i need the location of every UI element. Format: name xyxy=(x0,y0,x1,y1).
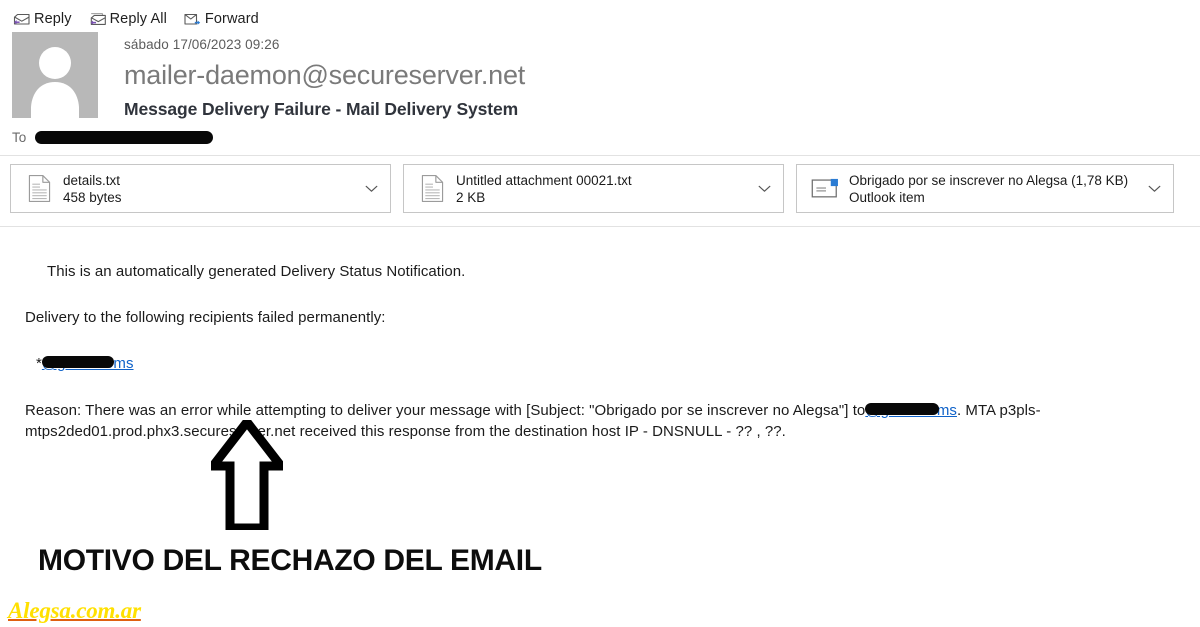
message-subject: Message Delivery Failure - Mail Delivery… xyxy=(124,99,519,119)
attachment-size: Outlook item xyxy=(849,189,925,205)
to-label: To xyxy=(12,130,27,145)
text-file-icon xyxy=(416,174,448,203)
message-datetime: sábado 17/06/2023 09:26 xyxy=(124,37,280,52)
attachment-size: 458 bytes xyxy=(63,189,122,205)
forward-icon xyxy=(183,11,202,27)
message-toolbar: Reply Reply All Forward xyxy=(12,8,259,30)
attachment-name: Untitled attachment 00021.txt xyxy=(456,172,632,188)
outlook-item-icon xyxy=(809,177,841,200)
attachment-text: details.txt 458 bytes xyxy=(55,173,358,205)
person-avatar-icon xyxy=(31,47,79,118)
body-reason-paragraph: Reason: There was an error while attempt… xyxy=(25,400,1185,442)
header-divider-top xyxy=(0,155,1200,156)
body-recipient-line: *@gmail.coms xyxy=(36,353,134,374)
to-row: To xyxy=(12,130,214,145)
text-file-icon xyxy=(23,174,55,203)
up-arrow-annotation-icon xyxy=(211,420,283,530)
reply-icon xyxy=(12,11,31,27)
reply-all-icon xyxy=(88,11,107,27)
forward-button-label: Forward xyxy=(204,11,259,27)
attachment-bar: details.txt 458 bytes Untitled attachmen… xyxy=(10,164,1174,213)
body-delivery-line: Delivery to the following recipients fai… xyxy=(25,309,386,326)
avatar xyxy=(12,32,98,118)
chevron-down-icon[interactable] xyxy=(1141,185,1167,193)
annotation-caption: MOTIVO DEL RECHAZO DEL EMAIL xyxy=(38,544,542,577)
reason-text-part-1: Reason: There was an error while attempt… xyxy=(25,402,866,419)
recipient-email-redaction xyxy=(41,356,114,368)
chevron-down-icon[interactable] xyxy=(358,185,384,193)
reply-button[interactable]: Reply xyxy=(12,11,72,27)
reason-email-redaction xyxy=(865,403,940,415)
attachment-size: 2 KB xyxy=(456,189,486,205)
attachment-text: Untitled attachment 00021.txt 2 KB xyxy=(448,173,751,205)
reason-email-link-wrap: @gmail.coms xyxy=(865,400,957,421)
attachment-text: Obrigado por se inscrever no Alegsa (1,7… xyxy=(841,173,1141,205)
reply-button-label: Reply xyxy=(34,11,72,27)
sender-address[interactable]: mailer-daemon@secureserver.net xyxy=(124,60,525,91)
body-intro-line: This is an automatically generated Deliv… xyxy=(47,263,466,280)
attachment-item-outlook[interactable]: Obrigado por se inscrever no Alegsa (1,7… xyxy=(796,164,1174,213)
reply-all-button-label: Reply All xyxy=(109,11,167,27)
site-watermark[interactable]: Alegsa.com.ar xyxy=(8,598,141,624)
attachment-divider-bottom xyxy=(0,226,1200,227)
chevron-down-icon[interactable] xyxy=(751,185,777,193)
to-recipient-redaction xyxy=(35,131,214,144)
recipient-email-link-wrap: @gmail.coms xyxy=(41,353,134,374)
reply-all-button[interactable]: Reply All xyxy=(88,11,167,27)
attachment-name: details.txt xyxy=(63,172,121,188)
attachment-item-untitled-txt[interactable]: Untitled attachment 00021.txt 2 KB xyxy=(403,164,784,213)
forward-button[interactable]: Forward xyxy=(183,11,259,27)
attachment-item-details-txt[interactable]: details.txt 458 bytes xyxy=(10,164,391,213)
attachment-name: Obrigado por se inscrever no Alegsa (1,7… xyxy=(849,172,1129,188)
